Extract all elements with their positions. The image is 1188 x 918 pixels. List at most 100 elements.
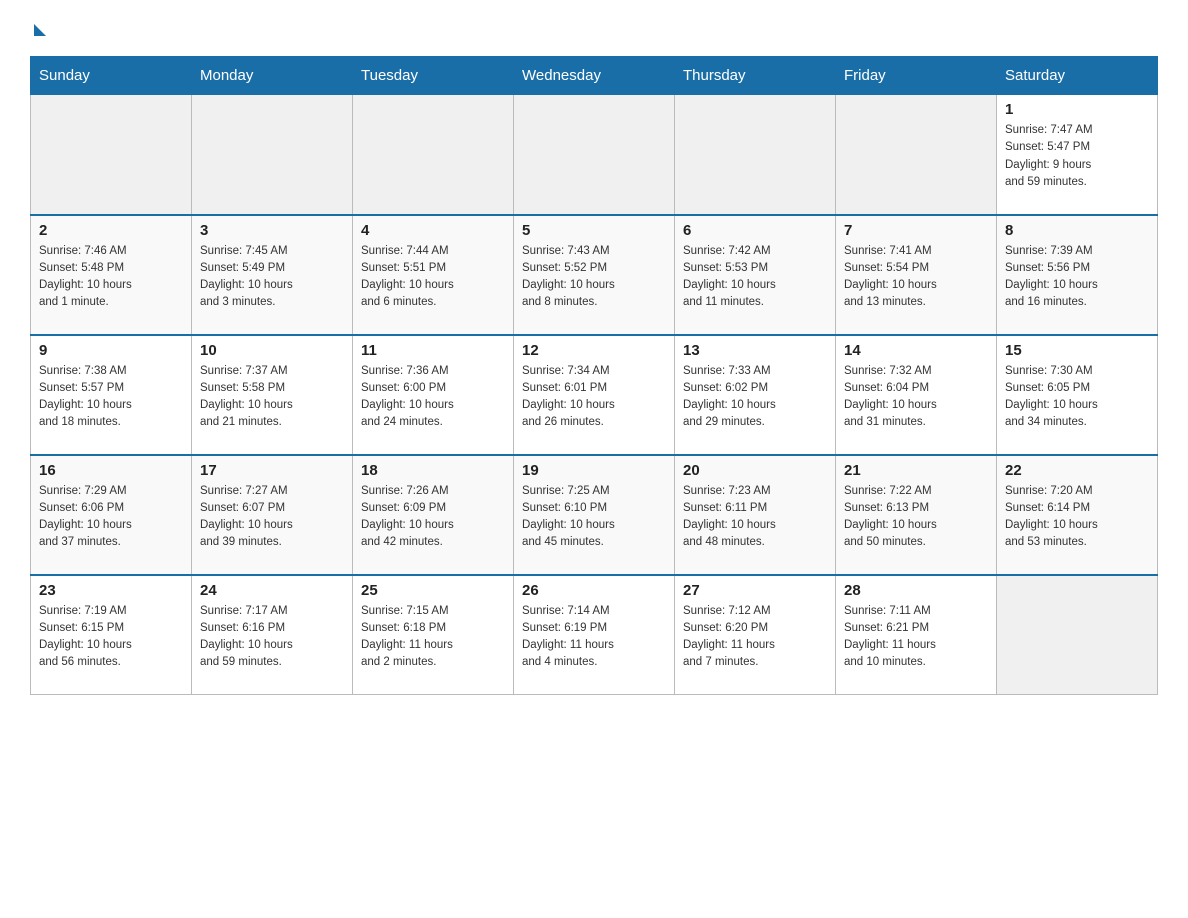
calendar-cell: 4 Sunrise: 7:44 AMSunset: 5:51 PMDaylight… <box>353 215 514 335</box>
day-info: Sunrise: 7:34 AMSunset: 6:01 PMDaylight:… <box>522 363 666 432</box>
logo-text <box>30 20 46 36</box>
day-info: Sunrise: 7:27 AMSunset: 6:07 PMDaylight:… <box>200 483 344 552</box>
day-number: 21 <box>844 462 988 479</box>
calendar-cell: 5 Sunrise: 7:43 AMSunset: 5:52 PMDaylight… <box>514 215 675 335</box>
day-info: Sunrise: 7:46 AMSunset: 5:48 PMDaylight:… <box>39 243 183 312</box>
logo-arrow-icon <box>34 24 46 36</box>
calendar-cell: 2 Sunrise: 7:46 AMSunset: 5:48 PMDaylight… <box>31 215 192 335</box>
day-info: Sunrise: 7:38 AMSunset: 5:57 PMDaylight:… <box>39 363 183 432</box>
day-number: 14 <box>844 342 988 359</box>
calendar-cell <box>192 95 353 215</box>
header-saturday: Saturday <box>997 57 1158 95</box>
header-monday: Monday <box>192 57 353 95</box>
day-number: 16 <box>39 462 183 479</box>
calendar-cell: 23 Sunrise: 7:19 AMSunset: 6:15 PMDayligh… <box>31 575 192 695</box>
week-row-2: 2 Sunrise: 7:46 AMSunset: 5:48 PMDaylight… <box>31 215 1158 335</box>
calendar-cell: 11 Sunrise: 7:36 AMSunset: 6:00 PMDayligh… <box>353 335 514 455</box>
day-info: Sunrise: 7:17 AMSunset: 6:16 PMDaylight:… <box>200 603 344 672</box>
day-info: Sunrise: 7:47 AMSunset: 5:47 PMDaylight:… <box>1005 122 1149 191</box>
day-info: Sunrise: 7:11 AMSunset: 6:21 PMDaylight:… <box>844 603 988 672</box>
calendar-cell: 27 Sunrise: 7:12 AMSunset: 6:20 PMDayligh… <box>675 575 836 695</box>
day-number: 6 <box>683 222 827 239</box>
day-number: 19 <box>522 462 666 479</box>
day-number: 10 <box>200 342 344 359</box>
calendar-cell: 15 Sunrise: 7:30 AMSunset: 6:05 PMDayligh… <box>997 335 1158 455</box>
calendar-cell: 18Sunrise: 7:26 AMSunset: 6:09 PMDayligh… <box>353 455 514 575</box>
day-info: Sunrise: 7:14 AMSunset: 6:19 PMDaylight:… <box>522 603 666 672</box>
day-number: 4 <box>361 222 505 239</box>
day-number: 15 <box>1005 342 1149 359</box>
week-row-5: 23 Sunrise: 7:19 AMSunset: 6:15 PMDayligh… <box>31 575 1158 695</box>
header-wednesday: Wednesday <box>514 57 675 95</box>
day-number: 9 <box>39 342 183 359</box>
day-info: Sunrise: 7:43 AMSunset: 5:52 PMDaylight:… <box>522 243 666 312</box>
day-number: 7 <box>844 222 988 239</box>
calendar-cell: 13 Sunrise: 7:33 AMSunset: 6:02 PMDayligh… <box>675 335 836 455</box>
day-number: 20 <box>683 462 827 479</box>
calendar-cell: 6 Sunrise: 7:42 AMSunset: 5:53 PMDaylight… <box>675 215 836 335</box>
calendar-cell: 8 Sunrise: 7:39 AMSunset: 5:56 PMDaylight… <box>997 215 1158 335</box>
day-number: 23 <box>39 582 183 599</box>
calendar-cell: 17 Sunrise: 7:27 AMSunset: 6:07 PMDayligh… <box>192 455 353 575</box>
day-number: 5 <box>522 222 666 239</box>
calendar-cell <box>353 95 514 215</box>
header-sunday: Sunday <box>31 57 192 95</box>
logo <box>30 20 46 36</box>
day-info: Sunrise: 7:12 AMSunset: 6:20 PMDaylight:… <box>683 603 827 672</box>
day-info: Sunrise: 7:33 AMSunset: 6:02 PMDaylight:… <box>683 363 827 432</box>
week-row-4: 16 Sunrise: 7:29 AMSunset: 6:06 PMDayligh… <box>31 455 1158 575</box>
calendar-cell: 16 Sunrise: 7:29 AMSunset: 6:06 PMDayligh… <box>31 455 192 575</box>
day-info: Sunrise: 7:44 AMSunset: 5:51 PMDaylight:… <box>361 243 505 312</box>
day-info: Sunrise: 7:15 AMSunset: 6:18 PMDaylight:… <box>361 603 505 672</box>
day-info: Sunrise: 7:42 AMSunset: 5:53 PMDaylight:… <box>683 243 827 312</box>
day-info: Sunrise: 7:23 AMSunset: 6:11 PMDaylight:… <box>683 483 827 552</box>
calendar-cell: 9 Sunrise: 7:38 AMSunset: 5:57 PMDaylight… <box>31 335 192 455</box>
day-number: 27 <box>683 582 827 599</box>
day-info: Sunrise: 7:41 AMSunset: 5:54 PMDaylight:… <box>844 243 988 312</box>
weekday-header-row: SundayMondayTuesdayWednesdayThursdayFrid… <box>31 57 1158 95</box>
calendar-cell <box>997 575 1158 695</box>
day-info: Sunrise: 7:25 AMSunset: 6:10 PMDaylight:… <box>522 483 666 552</box>
page-header <box>30 20 1158 36</box>
day-info: Sunrise: 7:37 AMSunset: 5:58 PMDaylight:… <box>200 363 344 432</box>
day-number: 1 <box>1005 101 1149 118</box>
day-number: 11 <box>361 342 505 359</box>
day-info: Sunrise: 7:39 AMSunset: 5:56 PMDaylight:… <box>1005 243 1149 312</box>
day-number: 8 <box>1005 222 1149 239</box>
calendar-table: SundayMondayTuesdayWednesdayThursdayFrid… <box>30 56 1158 695</box>
calendar-cell <box>836 95 997 215</box>
calendar-cell: 20 Sunrise: 7:23 AMSunset: 6:11 PMDayligh… <box>675 455 836 575</box>
header-tuesday: Tuesday <box>353 57 514 95</box>
day-info: Sunrise: 7:30 AMSunset: 6:05 PMDaylight:… <box>1005 363 1149 432</box>
day-number: 18 <box>361 462 505 479</box>
day-info: Sunrise: 7:32 AMSunset: 6:04 PMDaylight:… <box>844 363 988 432</box>
day-number: 22 <box>1005 462 1149 479</box>
day-info: Sunrise: 7:36 AMSunset: 6:00 PMDaylight:… <box>361 363 505 432</box>
calendar-cell <box>675 95 836 215</box>
day-info: Sunrise: 7:29 AMSunset: 6:06 PMDaylight:… <box>39 483 183 552</box>
day-number: 28 <box>844 582 988 599</box>
calendar-cell: 21Sunrise: 7:22 AMSunset: 6:13 PMDayligh… <box>836 455 997 575</box>
day-info: Sunrise: 7:20 AMSunset: 6:14 PMDaylight:… <box>1005 483 1149 552</box>
day-number: 3 <box>200 222 344 239</box>
calendar-cell: 25 Sunrise: 7:15 AMSunset: 6:18 PMDayligh… <box>353 575 514 695</box>
day-number: 13 <box>683 342 827 359</box>
day-number: 12 <box>522 342 666 359</box>
calendar-cell: 12 Sunrise: 7:34 AMSunset: 6:01 PMDayligh… <box>514 335 675 455</box>
day-number: 2 <box>39 222 183 239</box>
calendar-cell: 10 Sunrise: 7:37 AMSunset: 5:58 PMDayligh… <box>192 335 353 455</box>
calendar-cell: 19 Sunrise: 7:25 AMSunset: 6:10 PMDayligh… <box>514 455 675 575</box>
week-row-3: 9 Sunrise: 7:38 AMSunset: 5:57 PMDaylight… <box>31 335 1158 455</box>
calendar-cell: 26 Sunrise: 7:14 AMSunset: 6:19 PMDayligh… <box>514 575 675 695</box>
day-number: 17 <box>200 462 344 479</box>
calendar-cell: 3Sunrise: 7:45 AMSunset: 5:49 PMDaylight… <box>192 215 353 335</box>
day-info: Sunrise: 7:19 AMSunset: 6:15 PMDaylight:… <box>39 603 183 672</box>
header-friday: Friday <box>836 57 997 95</box>
day-number: 26 <box>522 582 666 599</box>
calendar-cell: 1 Sunrise: 7:47 AMSunset: 5:47 PMDaylight… <box>997 95 1158 215</box>
calendar-cell <box>514 95 675 215</box>
day-number: 25 <box>361 582 505 599</box>
calendar-cell: 14 Sunrise: 7:32 AMSunset: 6:04 PMDayligh… <box>836 335 997 455</box>
calendar-cell: 22 Sunrise: 7:20 AMSunset: 6:14 PMDayligh… <box>997 455 1158 575</box>
calendar-cell: 28 Sunrise: 7:11 AMSunset: 6:21 PMDayligh… <box>836 575 997 695</box>
